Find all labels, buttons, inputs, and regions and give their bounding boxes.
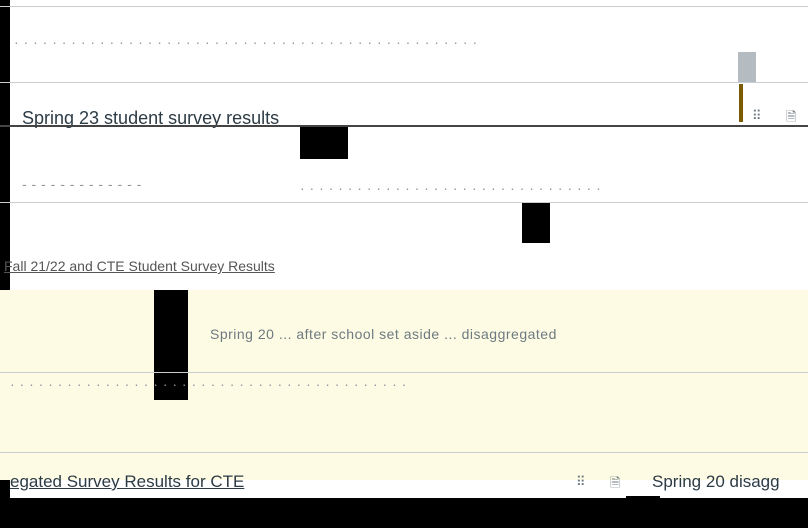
drag-handle-icon[interactable]: ⠿ — [752, 108, 762, 124]
module-item-link[interactable]: egated Survey Results for CTE — [10, 472, 244, 492]
scroll-block — [738, 52, 756, 82]
module-item-link[interactable]: Fall 21/22 and CTE Student Survey Result… — [4, 258, 275, 274]
garbled-row: ‑ ‑ ‑ ‑ ‑ ‑ ‑ ‑ ‑ ‑ ‑ ‑ ‑ — [22, 176, 142, 192]
glitch-block — [300, 127, 348, 159]
module-item-title[interactable]: Spring 20 disagg — [652, 472, 780, 492]
module-item-title[interactable]: Spring 20 ... after school set aside ...… — [210, 326, 557, 342]
glitch-block — [626, 496, 660, 528]
glitch-block — [522, 203, 550, 243]
divider — [0, 6, 808, 7]
divider — [0, 202, 808, 203]
divider — [0, 125, 808, 127]
divider — [0, 372, 808, 373]
marker — [739, 84, 743, 122]
page-icon: 🗎 — [610, 475, 621, 490]
divider — [0, 82, 808, 83]
bottom-bar — [10, 498, 808, 528]
garbled-row: · · · · · · · · · · · · · · · · · · · · … — [300, 180, 602, 196]
divider — [0, 452, 808, 453]
garbled-row-top: · · · · · · · · · · · · · · · · · · · · … — [14, 34, 478, 50]
garbled-row: · · · · · · · · · · · · · · · · · · · · … — [10, 376, 407, 392]
drag-handle-icon[interactable]: ⠿ — [576, 474, 586, 490]
